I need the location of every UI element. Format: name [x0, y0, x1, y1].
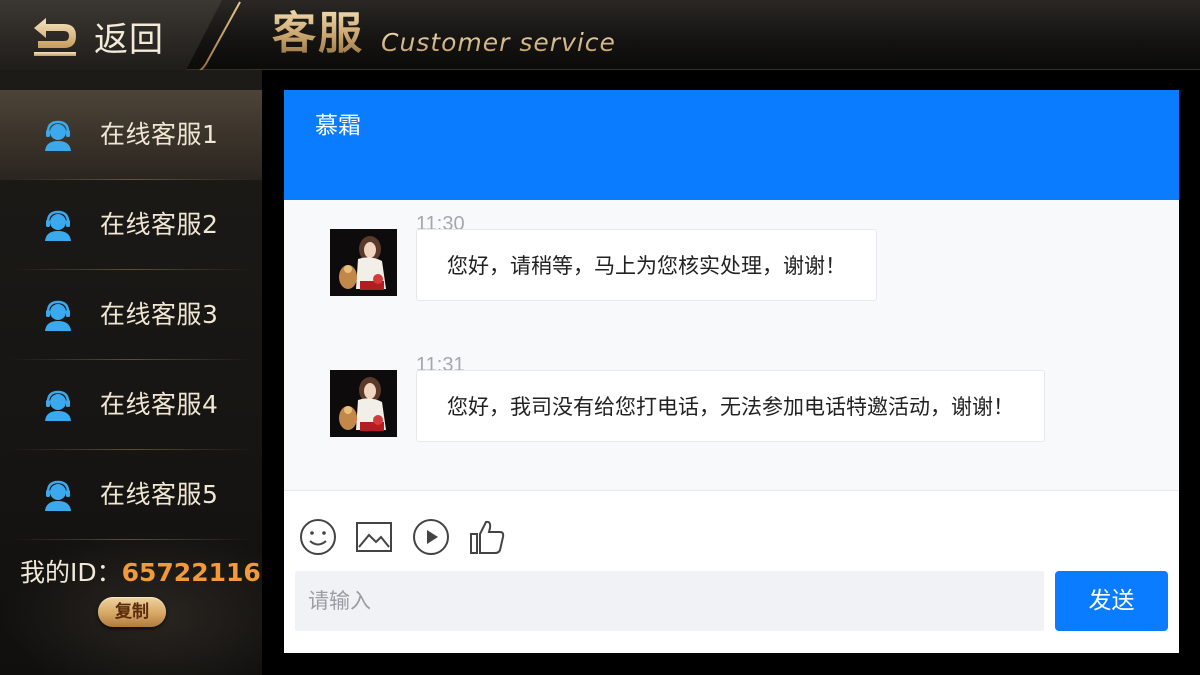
my-id: 我的ID：65722116 — [20, 556, 261, 590]
agent-avatar — [330, 370, 397, 437]
sidebar-item-service-2[interactable]: 在线客服2 — [0, 180, 262, 270]
sidebar-item-service-3[interactable]: 在线客服3 — [0, 270, 262, 360]
send-button[interactable]: 发送 — [1055, 571, 1168, 631]
sidebar-item-label: 在线客服4 — [100, 390, 219, 419]
message-list[interactable]: 11:30 您好，请稍等，马上为您核实处理，谢谢！ 11:31 您好，我司没有给… — [284, 200, 1179, 490]
chat-panel: 慕霜 11:30 您好，请稍等，马上为您核实处理，谢谢！ 11:31 您好，我司… — [284, 90, 1179, 653]
agent-name: 慕霜 — [315, 113, 361, 139]
sidebar-item-service-1[interactable]: 在线客服1 — [0, 90, 262, 180]
headset-user-icon — [45, 210, 71, 241]
message-input[interactable] — [295, 571, 1044, 631]
top-bar: 返回 客服 Customer service — [0, 0, 1200, 78]
sidebar-item-service-5[interactable]: 在线客服5 — [0, 450, 262, 540]
back-arrow-icon — [34, 18, 76, 56]
avatar-image — [330, 229, 397, 296]
avatar-image — [330, 370, 397, 437]
agent-avatar — [330, 229, 397, 296]
message-bubble: 您好，请稍等，马上为您核实处理，谢谢！ — [416, 229, 877, 301]
my-id-label: 我的ID： — [20, 558, 122, 587]
back-label: 返回 — [94, 20, 164, 60]
divider — [10, 539, 252, 540]
page-subtitle: Customer service — [381, 28, 616, 57]
sidebar-item-label: 在线客服5 — [100, 480, 219, 509]
headset-user-icon — [45, 480, 71, 511]
image-icon[interactable] — [354, 517, 394, 557]
headset-user-icon — [45, 120, 71, 151]
video-icon[interactable] — [411, 517, 451, 557]
sidebar-item-label: 在线客服2 — [100, 210, 219, 239]
sidebar-item-label: 在线客服3 — [100, 300, 219, 329]
emoji-icon[interactable] — [298, 517, 338, 557]
sidebar-item-label: 在线客服1 — [100, 120, 219, 149]
copy-id-button[interactable]: 复制 — [98, 597, 166, 627]
message-bubble: 您好，我司没有给您打电话，无法参加电话特邀活动，谢谢！ — [416, 370, 1045, 442]
headset-user-icon — [45, 300, 71, 331]
chat-header: 慕霜 — [284, 90, 1179, 200]
thumbs-up-icon[interactable] — [467, 517, 507, 557]
page-title: 客服 — [272, 6, 364, 62]
sidebar-item-service-4[interactable]: 在线客服4 — [0, 360, 262, 450]
back-button[interactable]: 返回 — [0, 0, 222, 78]
my-id-value: 65722116 — [121, 558, 261, 587]
headset-user-icon — [45, 390, 71, 421]
composer: 发送 — [284, 490, 1179, 653]
